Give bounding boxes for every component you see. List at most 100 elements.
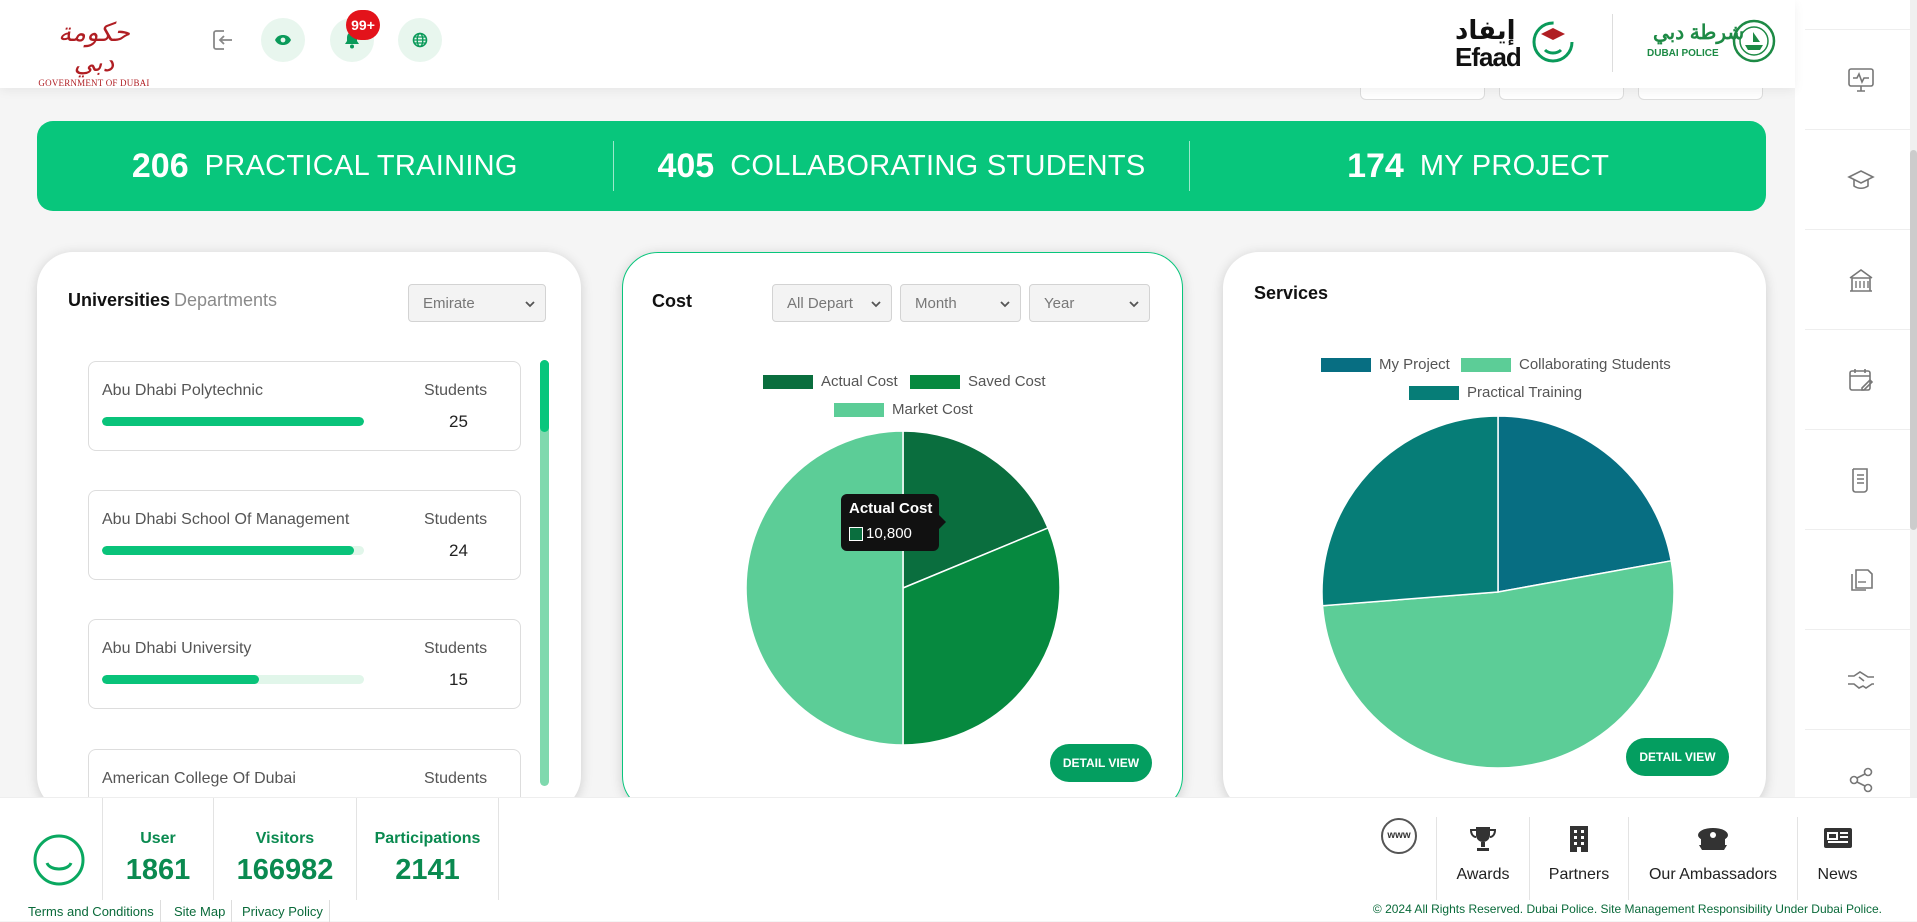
language-button[interactable]: [398, 18, 442, 62]
university-item[interactable]: Abu Dhabi University Students 15: [88, 619, 521, 709]
chart-tooltip: Actual Cost 10,800: [841, 494, 946, 551]
hidden-filter-tab-1[interactable]: [1360, 88, 1485, 100]
gov-logo-arabic: حكومة دبي: [58, 18, 130, 78]
legend-practical-training[interactable]: Practical Training: [1409, 384, 1582, 401]
university-name: Abu Dhabi School Of Management: [102, 511, 350, 528]
progress-fill: [102, 675, 260, 684]
legend-market-cost[interactable]: Market Cost: [834, 401, 973, 418]
efaad-logo[interactable]: إيفاد Efaad: [1455, 16, 1575, 72]
footer-stat-label: Visitors: [255, 830, 315, 847]
legend-label: Collaborating Students: [1519, 356, 1671, 373]
newspaper-icon: [1823, 828, 1852, 848]
pie-slice-market-cost[interactable]: [745, 430, 904, 746]
sidebar-item-students[interactable]: [1805, 129, 1917, 229]
legend-swatch: [1409, 385, 1459, 400]
footer-stat-value: 2141: [395, 854, 460, 886]
tooltip-title: Actual Cost: [849, 500, 933, 517]
tab-universities[interactable]: Universities: [68, 290, 170, 311]
stat-collaborating-students[interactable]: 405 COLLABORATING STUDENTS: [614, 121, 1190, 211]
cost-pie-chart[interactable]: [743, 428, 1063, 748]
tab-departments[interactable]: Departments: [174, 290, 277, 311]
page-scrollbar[interactable]: [1910, 0, 1917, 921]
government-of-dubai-logo[interactable]: حكومة دبي GOVERNMENT OF DUBAI: [36, 18, 152, 88]
legend-label: Actual Cost: [821, 373, 898, 390]
university-item[interactable]: Abu Dhabi School Of Management Students …: [88, 490, 521, 580]
services-card: Services My Project Collaborating Studen…: [1223, 252, 1766, 812]
dubai-police-logo[interactable]: شرطة دبي DUBAI POLICE: [1645, 18, 1777, 68]
hidden-filter-tab-2[interactable]: [1499, 88, 1624, 100]
legend-my-project[interactable]: My Project: [1321, 356, 1450, 373]
month-select[interactable]: Month: [900, 284, 1021, 322]
tooltip-value: 10,800: [866, 525, 912, 542]
stat-label: PRACTICAL TRAINING: [204, 149, 518, 182]
notification-badge: 99+: [346, 10, 380, 40]
footer-nav-label: Partners: [1548, 866, 1610, 883]
building-icon: [1849, 268, 1873, 292]
footer-nav-ambassadors[interactable]: Our Ambassadors: [1628, 817, 1797, 900]
stat-practical-training[interactable]: 206 PRACTICAL TRAINING: [37, 121, 613, 211]
copyright-text: © 2024 All Rights Reserved. Dubai Police…: [1372, 902, 1882, 916]
legend-collaborating-students[interactable]: Collaborating Students: [1461, 356, 1671, 373]
sidebar-item-partnerships[interactable]: [1805, 629, 1917, 729]
list-scrollbar-thumb[interactable]: [540, 360, 549, 432]
emirate-select-value: Emirate: [423, 294, 475, 312]
sidebar-item-dashboard[interactable]: [1805, 29, 1917, 129]
list-scrollbar[interactable]: [540, 360, 549, 786]
police-logo-text: DUBAI POLICE: [1647, 48, 1719, 59]
footer-stat-users: User 1861: [102, 798, 214, 900]
university-item[interactable]: Abu Dhabi Polytechnic Students 25: [88, 361, 521, 451]
graduation-cap-icon: [1847, 169, 1875, 189]
www-icon[interactable]: www: [1381, 818, 1417, 854]
legend-label: My Project: [1379, 356, 1450, 373]
footer-nav-news[interactable]: News: [1797, 817, 1877, 900]
logout-button[interactable]: [201, 18, 245, 62]
students-progress-bar: [102, 675, 364, 684]
year-select[interactable]: Year: [1029, 284, 1150, 322]
footer-nav-label: News: [1817, 866, 1858, 883]
legend-swatch: [763, 374, 813, 389]
department-select-value: All Depart: [787, 294, 853, 312]
footer-nav-partners[interactable]: Partners: [1529, 817, 1628, 900]
trophy-icon: [1469, 827, 1497, 851]
right-sidebar: [1795, 0, 1917, 921]
university-item[interactable]: American College Of Dubai Students: [88, 749, 521, 797]
cost-card-title: Cost: [652, 291, 692, 311]
students-progress-bar: [102, 546, 364, 555]
handshake-icon: [1848, 670, 1874, 689]
legend-swatch: [1461, 357, 1511, 372]
calendar-edit-icon: [1849, 368, 1874, 391]
chevron-down-icon: [1129, 301, 1139, 308]
top-bar: حكومة دبي GOVERNMENT OF DUBAI 99+ إيفاد …: [0, 0, 1795, 88]
site-map-link[interactable]: Site Map: [168, 900, 233, 922]
footer-nav-awards[interactable]: Awards: [1436, 817, 1529, 900]
department-select[interactable]: All Depart: [772, 284, 892, 322]
sidebar-item-universities[interactable]: [1805, 229, 1917, 329]
sidebar-item-documents[interactable]: [1805, 429, 1917, 529]
pie-slice-practical-training[interactable]: [1321, 415, 1499, 607]
legend-swatch: [910, 374, 960, 389]
footer-stat-label: User: [140, 830, 176, 847]
page-scrollbar-thumb[interactable]: [1910, 150, 1917, 530]
sidebar-item-calendar[interactable]: [1805, 329, 1917, 429]
footer-nav-label: Awards: [1456, 866, 1510, 883]
university-name: Abu Dhabi University: [102, 640, 252, 657]
efaad-emblem-icon: [1532, 21, 1574, 63]
police-cap-icon: [1698, 828, 1728, 850]
university-name: American College Of Dubai: [102, 770, 296, 787]
legend-saved-cost[interactable]: Saved Cost: [910, 373, 1046, 390]
privacy-policy-link[interactable]: Privacy Policy: [236, 900, 330, 922]
terms-link[interactable]: Terms and Conditions: [22, 900, 161, 922]
visibility-button[interactable]: [261, 18, 305, 62]
services-detail-view-button[interactable]: DETAIL VIEW: [1626, 738, 1729, 776]
footer-stat-label: Participations: [374, 830, 481, 847]
legend-actual-cost[interactable]: Actual Cost: [763, 373, 898, 390]
emirate-select[interactable]: Emirate: [408, 284, 546, 322]
students-progress-bar: [102, 417, 364, 426]
stat-my-project[interactable]: 174 MY PROJECT: [1190, 121, 1766, 211]
stat-value: 174: [1347, 146, 1404, 185]
cost-detail-view-button[interactable]: DETAIL VIEW: [1050, 744, 1152, 782]
sidebar-item-reports[interactable]: [1805, 529, 1917, 629]
services-pie-chart[interactable]: [1318, 412, 1678, 772]
hidden-filter-tab-3[interactable]: [1638, 88, 1763, 100]
files-icon: [1851, 568, 1873, 591]
